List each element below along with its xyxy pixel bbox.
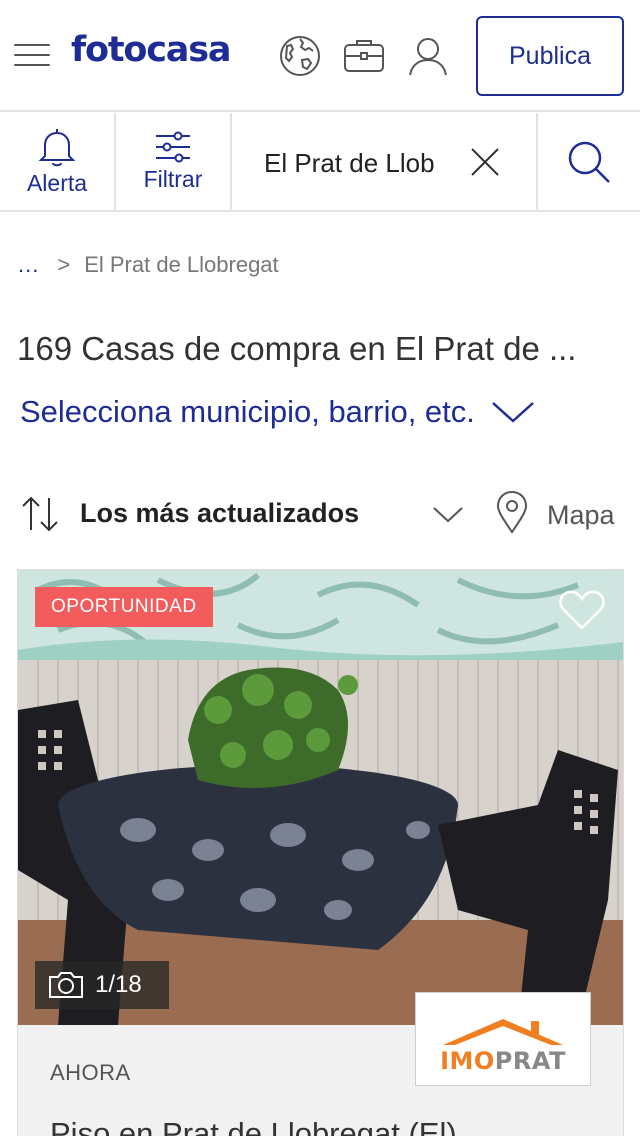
photo-counter-text: 1/18 bbox=[95, 971, 142, 998]
location-select[interactable]: Selecciona municipio, barrio, etc. bbox=[20, 394, 535, 430]
listing-photo[interactable]: OPORTUNIDAD 1/18 bbox=[18, 570, 623, 1025]
opportunity-badge: OPORTUNIDAD bbox=[35, 587, 213, 627]
sort-toolbar: Los más actualizados Mapa bbox=[0, 490, 640, 538]
search-button[interactable] bbox=[538, 113, 640, 210]
house-roof-icon bbox=[443, 1019, 563, 1045]
location-search-field bbox=[232, 113, 538, 210]
search-bar: Alerta Filtrar bbox=[0, 113, 640, 212]
fotocasa-logo[interactable]: fotocasa bbox=[71, 30, 231, 70]
photo-counter: 1/18 bbox=[35, 961, 169, 1009]
breadcrumb: ... > El Prat de Llobregat bbox=[18, 252, 279, 278]
filter-button[interactable]: Filtrar bbox=[116, 113, 232, 210]
globe-icon[interactable] bbox=[278, 34, 322, 78]
sort-chevron-down-icon[interactable] bbox=[432, 502, 464, 526]
map-link[interactable]: Mapa bbox=[547, 500, 615, 531]
briefcase-icon[interactable] bbox=[342, 34, 386, 78]
clear-search-icon[interactable] bbox=[468, 145, 502, 179]
sort-arrows-icon[interactable] bbox=[20, 494, 60, 534]
map-pin-icon[interactable] bbox=[494, 490, 530, 534]
menu-icon[interactable] bbox=[14, 44, 50, 68]
location-select-label: Selecciona municipio, barrio, etc. bbox=[20, 394, 475, 429]
page-title: 169 Casas de compra en El Prat de ... bbox=[17, 330, 577, 367]
search-icon bbox=[568, 141, 610, 183]
top-header: fotocasa Publica bbox=[0, 0, 640, 112]
alert-button[interactable]: Alerta bbox=[0, 113, 116, 210]
user-icon[interactable] bbox=[406, 34, 450, 78]
listing-updated-time: AHORA bbox=[50, 1060, 131, 1085]
breadcrumb-more-link[interactable]: ... bbox=[18, 252, 39, 278]
location-search-input[interactable] bbox=[264, 143, 450, 183]
sort-select-label[interactable]: Los más actualizados bbox=[80, 498, 359, 529]
breadcrumb-current: El Prat de Llobregat bbox=[84, 252, 279, 277]
bell-icon bbox=[38, 129, 76, 167]
filter-sliders-icon bbox=[156, 131, 190, 163]
breadcrumb-separator: > bbox=[57, 252, 71, 277]
agency-logo[interactable]: IMOPRAT bbox=[415, 992, 591, 1086]
camera-icon bbox=[49, 972, 83, 998]
listing-title[interactable]: Piso en Prat de Llobregat (El) bbox=[50, 1116, 457, 1136]
publish-button[interactable]: Publica bbox=[476, 16, 624, 96]
filter-label: Filtrar bbox=[143, 166, 203, 192]
chevron-down-icon bbox=[492, 402, 534, 423]
alert-label: Alerta bbox=[26, 170, 88, 196]
agency-name-prat: PRAT bbox=[494, 1047, 566, 1075]
agency-name: IMOPRAT bbox=[440, 1047, 566, 1075]
listing-card[interactable]: OPORTUNIDAD 1/18 IMOPRAT AHORA Piso en P… bbox=[17, 569, 624, 1136]
favorite-heart-icon[interactable] bbox=[558, 588, 606, 632]
agency-name-imo: IMO bbox=[440, 1047, 495, 1075]
